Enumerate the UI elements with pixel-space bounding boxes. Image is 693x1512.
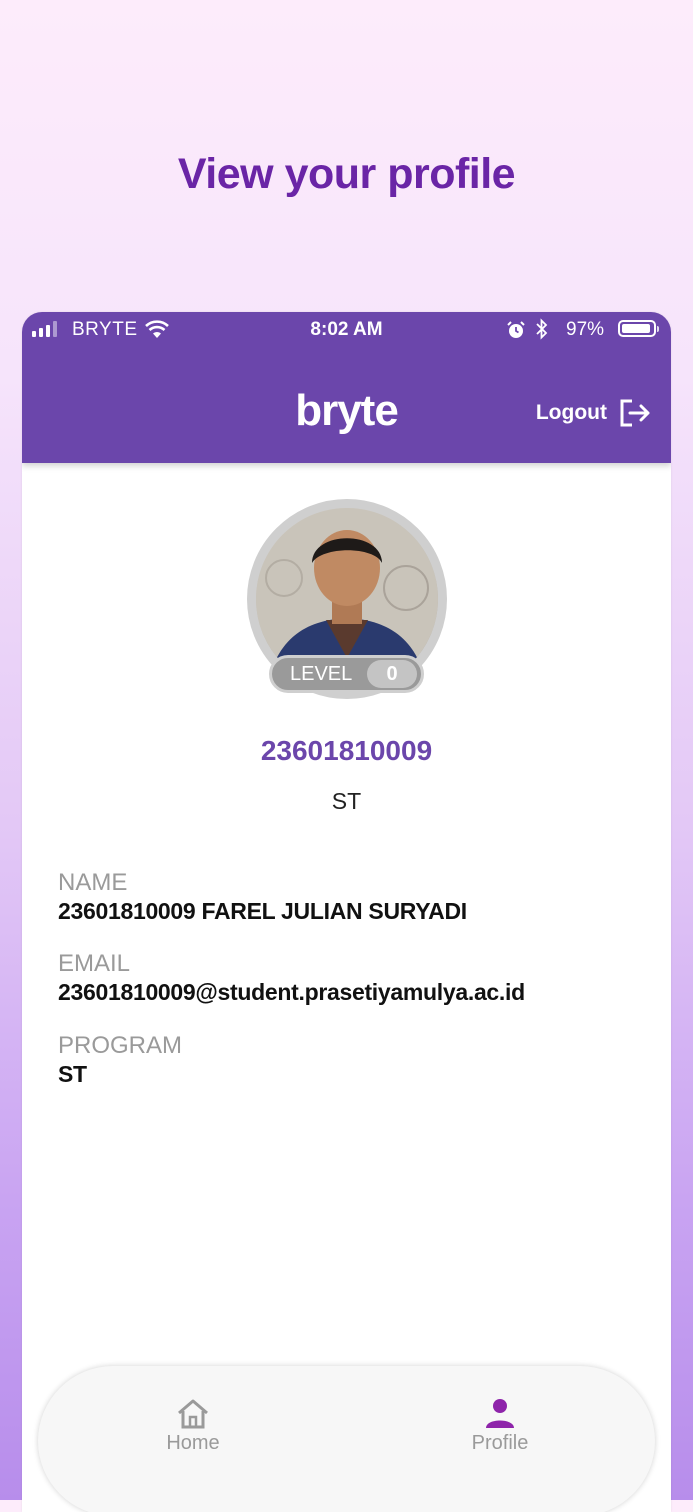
bluetooth-icon	[535, 318, 549, 346]
program-label: PROGRAM	[58, 1032, 183, 1059]
name-value: 23601810009 FAREL JULIAN SURYADI	[58, 898, 467, 924]
name-field: NAME 23601810009 FAREL JULIAN SURYADI	[58, 869, 638, 925]
bottom-nav: Home Profile	[38, 1366, 655, 1512]
level-count: 0	[367, 660, 417, 688]
student-id: 23601810009	[260, 735, 433, 766]
nav-profile[interactable]: Profile	[440, 1392, 560, 1455]
nav-profile-label: Profile	[471, 1432, 529, 1454]
logout-label: Logout	[535, 401, 607, 424]
battery-percent: 97%	[566, 319, 605, 340]
nav-home[interactable]: Home	[133, 1392, 253, 1455]
nav-home-label: Home	[166, 1432, 220, 1454]
program-value: ST	[58, 1061, 87, 1087]
email-value: 23601810009@student.prasetiyamulya.ac.id	[58, 979, 525, 1005]
program-short: ST	[331, 788, 362, 814]
email-field: EMAIL 23601810009@student.prasetiyamulya…	[58, 950, 638, 1006]
status-bar: BRYTE 8:02 AM 97%	[22, 312, 671, 348]
level-label: LEVEL	[290, 662, 353, 685]
name-label: NAME	[58, 869, 128, 896]
page-headline: View your profile	[177, 150, 516, 198]
person-icon	[440, 1392, 560, 1430]
phone-screen: BRYTE 8:02 AM 97% bryte Logout LEVEL 0 2…	[22, 312, 671, 1512]
home-icon	[133, 1392, 253, 1430]
battery-icon	[618, 320, 659, 337]
email-label: EMAIL	[58, 950, 131, 977]
logout-button[interactable]: Logout	[536, 398, 651, 428]
app-header: BRYTE 8:02 AM 97% bryte Logout	[22, 312, 671, 463]
alarm-icon	[506, 320, 526, 346]
level-badge: LEVEL 0	[269, 655, 424, 693]
program-field: PROGRAM ST	[58, 1032, 638, 1088]
logout-icon	[619, 398, 651, 428]
